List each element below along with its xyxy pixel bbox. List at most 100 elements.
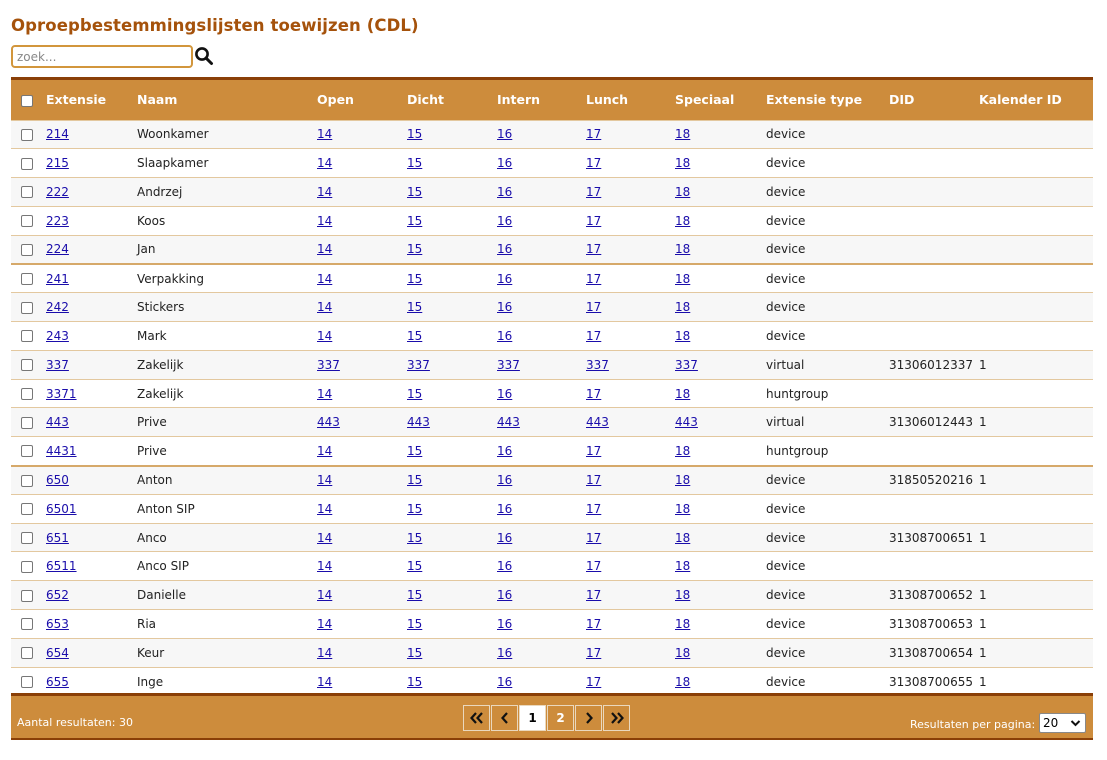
- cell-lunch-link[interactable]: 17: [586, 588, 601, 602]
- cell-speciaal-link[interactable]: 18: [675, 502, 690, 516]
- column-header-open[interactable]: Open: [317, 80, 407, 120]
- row-checkbox[interactable]: [21, 445, 33, 458]
- row-checkbox[interactable]: [21, 503, 33, 516]
- cell-lunch-link[interactable]: 17: [586, 127, 601, 141]
- column-header-speciaal[interactable]: Speciaal: [675, 80, 766, 120]
- cell-dicht-link[interactable]: 15: [407, 675, 422, 689]
- cell-lunch-link[interactable]: 443: [586, 415, 609, 429]
- cell-lunch-link[interactable]: 17: [586, 502, 601, 516]
- column-header-did[interactable]: DID: [889, 80, 979, 120]
- cell-extensie-link[interactable]: 443: [46, 415, 69, 429]
- cell-intern-link[interactable]: 16: [497, 242, 512, 256]
- row-checkbox[interactable]: [21, 157, 33, 170]
- cell-extensie-link[interactable]: 653: [46, 617, 69, 631]
- cell-extensie-link[interactable]: 241: [46, 272, 69, 286]
- column-header-kalender-id[interactable]: Kalender ID: [979, 80, 1093, 120]
- cell-speciaal-link[interactable]: 18: [675, 272, 690, 286]
- cell-speciaal-link[interactable]: 18: [675, 675, 690, 689]
- cell-dicht-link[interactable]: 15: [407, 617, 422, 631]
- cell-dicht-link[interactable]: 15: [407, 502, 422, 516]
- row-checkbox[interactable]: [21, 560, 33, 573]
- cell-lunch-link[interactable]: 337: [586, 358, 609, 372]
- cell-lunch-link[interactable]: 17: [586, 646, 601, 660]
- cell-dicht-link[interactable]: 337: [407, 358, 430, 372]
- cell-open-link[interactable]: 337: [317, 358, 340, 372]
- row-checkbox[interactable]: [21, 532, 33, 545]
- cell-open-link[interactable]: 14: [317, 588, 332, 602]
- cell-speciaal-link[interactable]: 18: [675, 559, 690, 573]
- cell-open-link[interactable]: 14: [317, 675, 332, 689]
- cell-open-link[interactable]: 14: [317, 300, 332, 314]
- cell-open-link[interactable]: 14: [317, 502, 332, 516]
- cell-intern-link[interactable]: 16: [497, 127, 512, 141]
- cell-extensie-link[interactable]: 6511: [46, 559, 77, 573]
- cell-speciaal-link[interactable]: 18: [675, 329, 690, 343]
- row-checkbox[interactable]: [21, 647, 33, 660]
- cell-intern-link[interactable]: 16: [497, 214, 512, 228]
- cell-intern-link[interactable]: 16: [497, 387, 512, 401]
- cell-extensie-link[interactable]: 3371: [46, 387, 77, 401]
- cell-lunch-link[interactable]: 17: [586, 617, 601, 631]
- cell-extensie-link[interactable]: 6501: [46, 502, 77, 516]
- column-header-extensie-type[interactable]: Extensie type: [766, 80, 889, 120]
- cell-intern-link[interactable]: 16: [497, 646, 512, 660]
- cell-lunch-link[interactable]: 17: [586, 444, 601, 458]
- cell-dicht-link[interactable]: 15: [407, 387, 422, 401]
- cell-lunch-link[interactable]: 17: [586, 675, 601, 689]
- row-checkbox[interactable]: [21, 215, 33, 228]
- cell-intern-link[interactable]: 16: [497, 675, 512, 689]
- cell-dicht-link[interactable]: 15: [407, 185, 422, 199]
- cell-intern-link[interactable]: 16: [497, 329, 512, 343]
- cell-speciaal-link[interactable]: 18: [675, 444, 690, 458]
- cell-intern-link[interactable]: 16: [497, 531, 512, 545]
- cell-open-link[interactable]: 14: [317, 646, 332, 660]
- cell-speciaal-link[interactable]: 18: [675, 617, 690, 631]
- cell-lunch-link[interactable]: 17: [586, 272, 601, 286]
- row-checkbox[interactable]: [21, 330, 33, 343]
- cell-open-link[interactable]: 14: [317, 617, 332, 631]
- cell-speciaal-link[interactable]: 337: [675, 358, 698, 372]
- prev-page-button[interactable]: [491, 705, 518, 731]
- page-1-button[interactable]: 1: [519, 705, 546, 731]
- cell-extensie-link[interactable]: 222: [46, 185, 69, 199]
- cell-lunch-link[interactable]: 17: [586, 559, 601, 573]
- cell-dicht-link[interactable]: 15: [407, 214, 422, 228]
- cell-extensie-link[interactable]: 337: [46, 358, 69, 372]
- cell-open-link[interactable]: 14: [317, 387, 332, 401]
- row-checkbox[interactable]: [21, 128, 33, 141]
- cell-extensie-link[interactable]: 652: [46, 588, 69, 602]
- cell-speciaal-link[interactable]: 18: [675, 646, 690, 660]
- cell-extensie-link[interactable]: 215: [46, 156, 69, 170]
- cell-dicht-link[interactable]: 15: [407, 646, 422, 660]
- cell-intern-link[interactable]: 16: [497, 617, 512, 631]
- cell-lunch-link[interactable]: 17: [586, 156, 601, 170]
- cell-open-link[interactable]: 14: [317, 214, 332, 228]
- cell-extensie-link[interactable]: 214: [46, 127, 69, 141]
- row-checkbox[interactable]: [21, 618, 33, 631]
- row-checkbox[interactable]: [21, 388, 33, 401]
- last-page-button[interactable]: [603, 705, 630, 731]
- search-icon[interactable]: [194, 46, 216, 68]
- row-checkbox[interactable]: [21, 243, 33, 256]
- cell-open-link[interactable]: 14: [317, 444, 332, 458]
- row-checkbox[interactable]: [21, 301, 33, 314]
- cell-open-link[interactable]: 14: [317, 473, 332, 487]
- cell-speciaal-link[interactable]: 18: [675, 185, 690, 199]
- cell-intern-link[interactable]: 16: [497, 559, 512, 573]
- cell-lunch-link[interactable]: 17: [586, 214, 601, 228]
- cell-intern-link[interactable]: 16: [497, 444, 512, 458]
- cell-speciaal-link[interactable]: 443: [675, 415, 698, 429]
- search-input[interactable]: [11, 45, 193, 68]
- row-checkbox[interactable]: [21, 416, 33, 429]
- cell-dicht-link[interactable]: 15: [407, 531, 422, 545]
- row-checkbox[interactable]: [21, 474, 33, 487]
- cell-extensie-link[interactable]: 243: [46, 329, 69, 343]
- cell-dicht-link[interactable]: 15: [407, 242, 422, 256]
- column-header-extensie[interactable]: Extensie: [46, 80, 137, 120]
- cell-lunch-link[interactable]: 17: [586, 473, 601, 487]
- cell-dicht-link[interactable]: 15: [407, 588, 422, 602]
- first-page-button[interactable]: [463, 705, 490, 731]
- select-all-checkbox[interactable]: [21, 94, 33, 107]
- column-header-intern[interactable]: Intern: [497, 80, 586, 120]
- cell-open-link[interactable]: 443: [317, 415, 340, 429]
